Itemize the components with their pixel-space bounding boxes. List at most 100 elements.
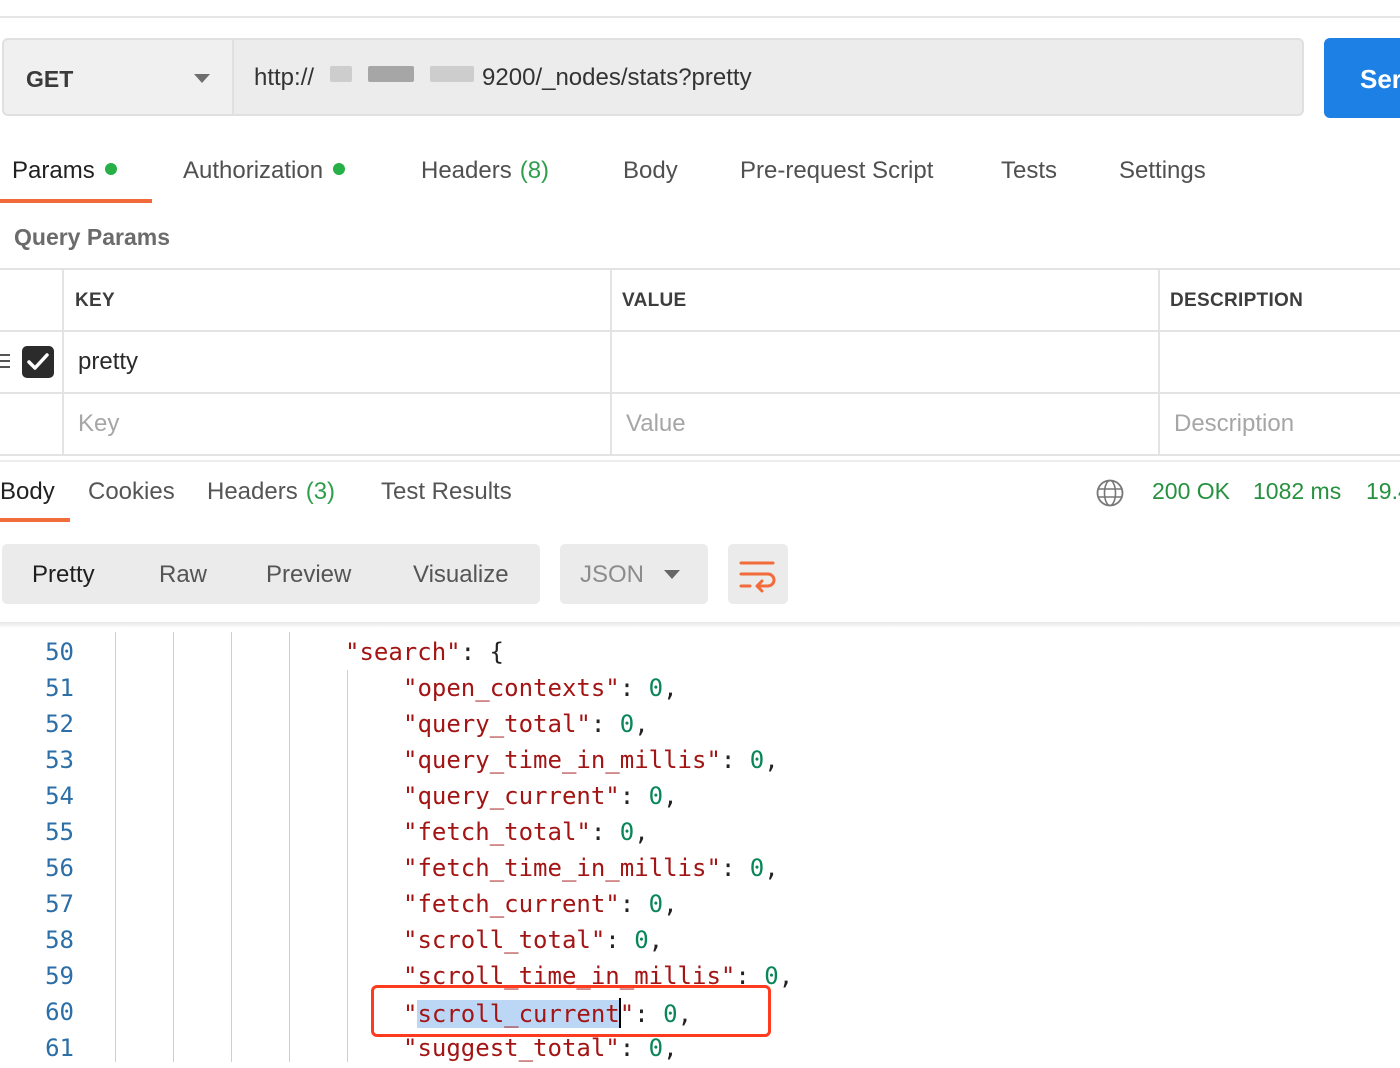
redacted-mask xyxy=(368,66,414,82)
code-line: "open_contexts": 0, xyxy=(403,674,678,702)
redacted-mask xyxy=(330,66,352,82)
line-number: 57 xyxy=(45,890,74,918)
tab-count: (8) xyxy=(519,157,550,184)
code-line: "query_current": 0, xyxy=(403,782,678,810)
mode-preview-button[interactable]: Preview xyxy=(266,561,351,589)
code-line: "suggest_total": 0, xyxy=(403,1034,678,1062)
url-prefix: http:// xyxy=(254,64,315,91)
method-select[interactable]: GET xyxy=(2,38,232,116)
code-line: "scroll_total": 0, xyxy=(403,926,664,954)
tab-label: Body xyxy=(623,157,678,184)
language-label: JSON xyxy=(580,561,645,588)
column-header-description: DESCRIPTION xyxy=(1170,290,1304,311)
tab-label: Settings xyxy=(1119,157,1206,184)
method-label: GET xyxy=(26,66,74,92)
tab-label: Headers xyxy=(421,157,512,184)
url-input[interactable]: http:// 9200/_nodes/stats?pretty xyxy=(232,38,1304,116)
tab-params[interactable]: Params xyxy=(12,157,117,185)
code-shadow xyxy=(0,622,1400,628)
response-tab-cookies[interactable]: Cookies xyxy=(88,478,175,506)
tab-label: Authorization xyxy=(183,157,324,184)
response-tab-headers[interactable]: Headers (3) xyxy=(207,478,335,506)
url-text: http:// 9200/_nodes/stats?pretty xyxy=(254,64,752,92)
language-select[interactable]: JSON xyxy=(560,544,708,604)
tab-pre-request-script[interactable]: Pre-request Script xyxy=(740,157,933,185)
tab-label: Tests xyxy=(1001,157,1058,184)
drag-handle-icon[interactable] xyxy=(0,354,10,372)
table-border xyxy=(62,268,64,456)
response-time[interactable]: 1082 ms xyxy=(1253,478,1341,505)
indent-guide xyxy=(231,632,232,1062)
tab-settings[interactable]: Settings xyxy=(1119,157,1206,185)
table-border xyxy=(610,268,612,456)
line-number: 51 xyxy=(45,674,74,702)
indent-guide xyxy=(289,632,290,1062)
table-border xyxy=(0,268,1400,270)
code-line: "fetch_total": 0, xyxy=(403,818,649,846)
code-line: "fetch_current": 0, xyxy=(403,890,678,918)
url-suffix: 9200/_nodes/stats?pretty xyxy=(482,64,752,91)
param-key-field[interactable]: pretty xyxy=(78,348,138,376)
param-enabled-checkbox[interactable] xyxy=(22,346,54,378)
annotation-highlight-box xyxy=(371,985,771,1037)
tab-count: (3) xyxy=(305,478,336,505)
active-tab-indicator xyxy=(0,518,70,522)
table-border xyxy=(0,330,1400,332)
active-tab-indicator xyxy=(0,199,152,203)
code-line: "query_time_in_millis": 0, xyxy=(403,746,779,774)
new-description-input[interactable]: Description xyxy=(1174,410,1294,438)
section-divider xyxy=(0,460,1400,462)
tab-authorization[interactable]: Authorization xyxy=(183,157,346,185)
code-line: "query_total": 0, xyxy=(403,710,649,738)
line-number: 50 xyxy=(45,638,74,666)
indent-guide xyxy=(347,670,348,1062)
tab-tests[interactable]: Tests xyxy=(1001,157,1057,185)
chevron-down-icon xyxy=(664,570,680,579)
chevron-down-icon xyxy=(194,74,210,83)
new-value-input[interactable]: Value xyxy=(626,410,686,438)
line-number: 54 xyxy=(45,782,74,810)
line-number: 52 xyxy=(45,710,74,738)
status-code[interactable]: 200 OK xyxy=(1152,478,1230,505)
tab-label: Headers xyxy=(207,478,298,505)
send-label: Ser xyxy=(1360,64,1400,94)
tab-label: Params xyxy=(12,157,95,184)
line-number: 56 xyxy=(45,854,74,882)
response-size[interactable]: 19.4 xyxy=(1366,478,1400,505)
response-tab-body[interactable]: Body xyxy=(0,478,55,506)
line-number: 55 xyxy=(45,818,74,846)
code-line: "search": { xyxy=(345,638,504,666)
mode-pretty-button[interactable]: Pretty xyxy=(32,561,95,589)
send-button[interactable]: Ser xyxy=(1324,38,1400,118)
wrap-lines-button[interactable] xyxy=(728,544,788,604)
table-border xyxy=(0,392,1400,394)
status-dot-icon xyxy=(333,163,346,175)
wrap-lines-icon xyxy=(739,561,776,593)
response-tab-test-results[interactable]: Test Results xyxy=(381,478,512,506)
param-value-field[interactable] xyxy=(626,348,1146,378)
table-border xyxy=(0,454,1400,456)
status-dot-icon xyxy=(104,163,117,175)
line-number: 53 xyxy=(45,746,74,774)
view-mode-selector: Pretty Raw Preview Visualize xyxy=(2,544,540,604)
column-header-value: VALUE xyxy=(622,290,687,311)
query-params-title: Query Params xyxy=(14,224,170,250)
globe-icon[interactable] xyxy=(1095,478,1125,508)
line-number: 60 xyxy=(45,998,74,1026)
tab-headers[interactable]: Headers (8) xyxy=(421,157,549,185)
indent-guide xyxy=(173,632,174,1062)
line-number: 59 xyxy=(45,962,74,990)
column-header-key: KEY xyxy=(75,290,115,311)
indent-guide xyxy=(115,632,116,1062)
table-border xyxy=(1158,268,1160,456)
checkmark-icon xyxy=(27,353,49,370)
param-description-field[interactable] xyxy=(1174,348,1394,378)
code-line: "fetch_time_in_millis": 0, xyxy=(403,854,779,882)
new-key-input[interactable]: Key xyxy=(78,410,119,438)
tab-body[interactable]: Body xyxy=(623,157,678,185)
top-divider xyxy=(0,16,1400,18)
mode-visualize-button[interactable]: Visualize xyxy=(413,561,509,589)
tab-label: Pre-request Script xyxy=(740,157,934,184)
mode-raw-button[interactable]: Raw xyxy=(159,561,207,589)
line-number: 58 xyxy=(45,926,74,954)
